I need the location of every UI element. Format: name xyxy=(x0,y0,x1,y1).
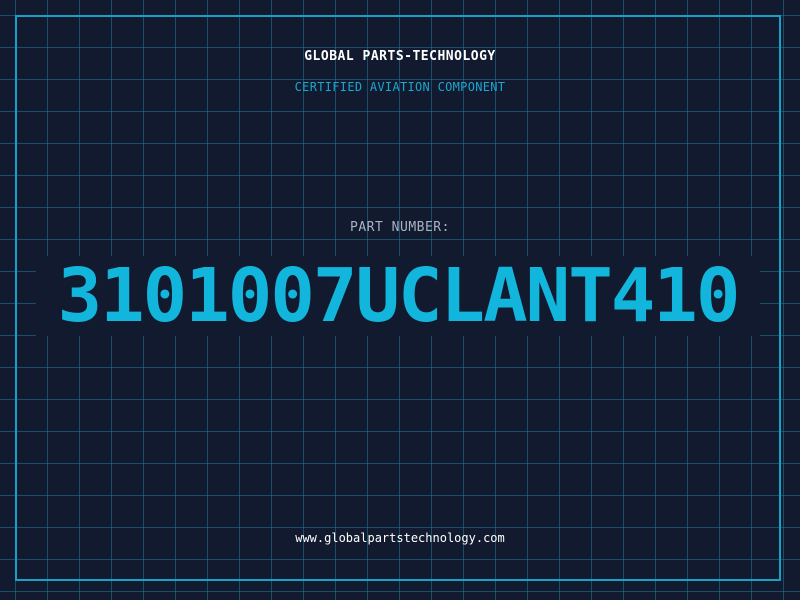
company-name: GLOBAL PARTS-TECHNOLOGY xyxy=(304,49,496,64)
website-url: www.globalpartstechnology.com xyxy=(295,531,505,545)
certification-subtitle: CERTIFIED AVIATION COMPONENT xyxy=(294,80,506,94)
part-number-label: PART NUMBER: xyxy=(350,220,450,235)
part-number-value: 3101007UCLANT410 xyxy=(57,253,741,339)
label-card: GLOBAL PARTS-TECHNOLOGY CERTIFIED AVIATI… xyxy=(0,0,800,600)
part-number-panel: 3101007UCLANT410 xyxy=(36,256,760,336)
